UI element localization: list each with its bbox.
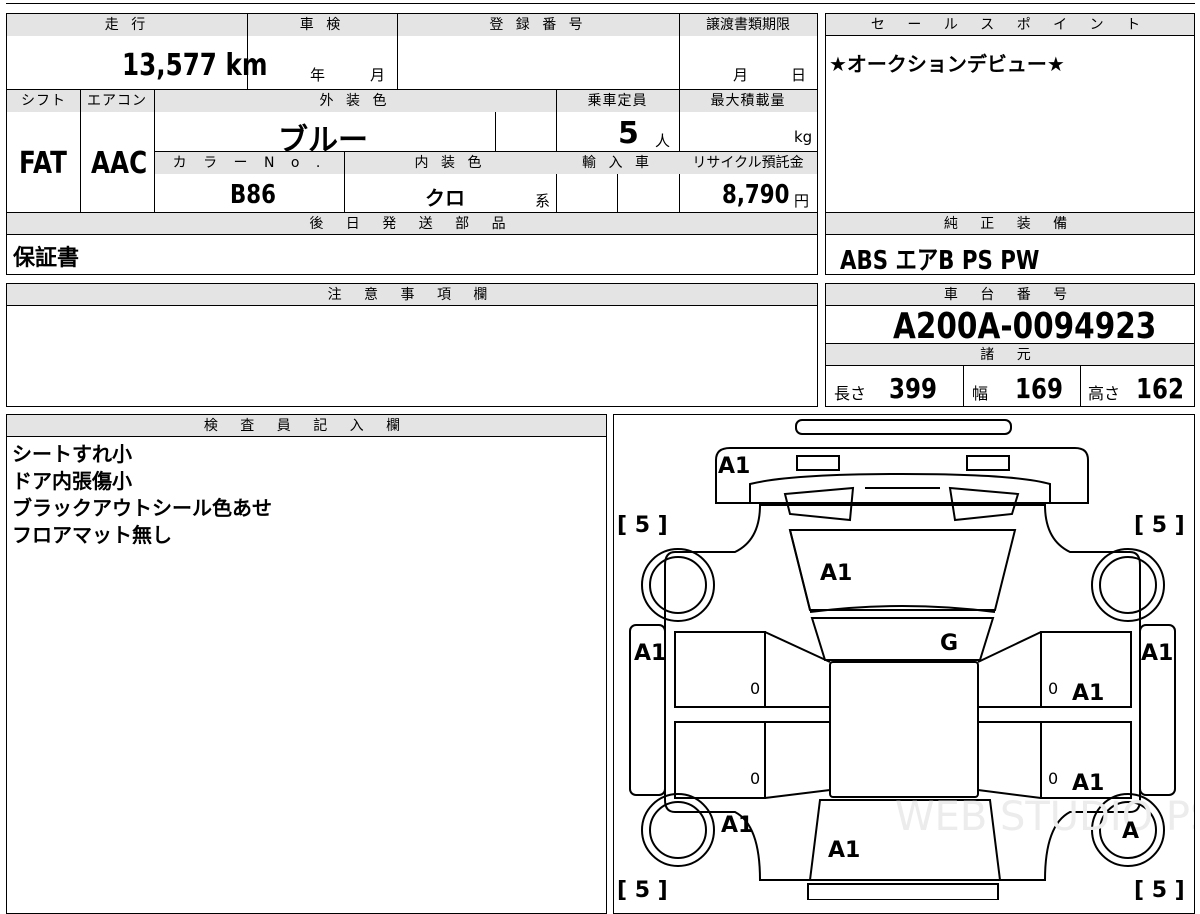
- deadline-month-unit: 月: [733, 66, 749, 84]
- mileage-label: 走 行: [7, 14, 247, 36]
- top-edge-frame: [6, 0, 1195, 4]
- cautions-header: 注 意 事 項 欄: [7, 284, 817, 306]
- inspector-note-1: シートすれ小: [12, 442, 132, 466]
- zero-left-rear: 0: [750, 679, 760, 698]
- yen-unit: 円: [794, 192, 810, 210]
- later-parts-value: 保証書: [13, 246, 80, 271]
- height-label: 高さ: [1088, 384, 1121, 403]
- length-value: 399: [889, 372, 937, 405]
- person-unit: 人: [655, 132, 671, 150]
- recycle-fee-label: リサイクル預託金: [679, 152, 817, 174]
- transfer-deadline-label: 譲渡書類期限: [679, 14, 817, 36]
- interior-color-value: クロ: [425, 186, 465, 210]
- mark-glass: G: [940, 631, 958, 656]
- std-equipment-value: ABS エアB PS PW: [840, 246, 1040, 276]
- length-label: 長さ: [834, 384, 867, 403]
- mileage-value: 13,577 km: [122, 48, 268, 83]
- color-no-value: B86: [230, 180, 276, 210]
- chassis-no-value: A200A-0094923: [893, 306, 1157, 347]
- import-label: 輸 入 車: [556, 152, 679, 174]
- mark-right-quarter: A1: [1141, 641, 1173, 666]
- mark-left-quarter: A1: [634, 641, 666, 666]
- inspector-note-4: フロアマット無し: [12, 523, 172, 547]
- shaken-year-unit: 年: [310, 66, 326, 84]
- reg-number-label: 登 録 番 号: [397, 14, 679, 36]
- tire-left-front: [ 5 ]: [617, 878, 668, 900]
- mark-left-fender: A1: [721, 813, 753, 838]
- width-value: 169: [1015, 372, 1063, 405]
- mark-right-front-wheel: A: [1122, 819, 1139, 844]
- color-no-label: カ ラ ー N o .: [155, 152, 344, 174]
- specs-header: 諸 元: [826, 344, 1194, 366]
- shift-value: FAT: [19, 146, 67, 181]
- aircon-label: エアコン: [80, 90, 154, 112]
- tire-right-rear: [ 5 ]: [1134, 513, 1185, 538]
- chassis-no-header: 車 台 番 号: [826, 284, 1194, 306]
- kg-unit: kg: [794, 128, 813, 146]
- tire-left-rear: [ 5 ]: [617, 513, 668, 538]
- recycle-fee-value: 8,790: [722, 180, 790, 210]
- shaken-month-unit: 月: [370, 66, 386, 84]
- zero-left-front: 0: [750, 769, 760, 788]
- capacity-label: 乗車定員: [556, 90, 679, 112]
- sales-point-value: ★オークションデビュー★: [829, 52, 1065, 76]
- mark-rear: A1: [718, 454, 750, 479]
- mark-right-rear-door: A1: [1072, 681, 1104, 706]
- inspector-notes-header: 検 査 員 記 入 欄: [7, 415, 606, 437]
- std-equipment-header: 純 正 装 備: [826, 213, 1194, 235]
- kei-unit: 系: [535, 192, 551, 210]
- diagram-watermark: WEB STUDIO PS: [895, 794, 1194, 840]
- inspector-note-3: ブラックアウトシール色あせ: [12, 496, 272, 520]
- inspector-note-2: ドア内張傷小: [12, 469, 132, 493]
- capacity-value: 5: [618, 116, 639, 151]
- height-value: 162: [1136, 372, 1184, 405]
- sales-point-header: セ ー ル ス ポ イ ン ト: [826, 14, 1194, 36]
- car-diagram: WEB STUDIO PS [ 5 ] [ 5 ] [ 5 ] [ 5 ] A1…: [617, 419, 1194, 900]
- zero-right-rear: 0: [1048, 679, 1058, 698]
- exterior-color-label: 外 装 色: [154, 90, 556, 112]
- mark-right-front-door: A1: [1072, 771, 1104, 796]
- deadline-day-unit: 日: [791, 66, 807, 84]
- mark-bonnet: A1: [828, 838, 860, 863]
- mark-roof: A1: [820, 561, 852, 586]
- tire-right-front: [ 5 ]: [1134, 878, 1185, 900]
- zero-right-front: 0: [1048, 769, 1058, 788]
- interior-color-label: 内 装 色: [344, 152, 556, 174]
- max-load-label: 最大積載量: [679, 90, 817, 112]
- later-parts-header: 後 日 発 送 部 品: [7, 213, 817, 235]
- shaken-label: 車 検: [247, 14, 397, 36]
- shift-label: シフト: [7, 90, 80, 112]
- width-label: 幅: [972, 384, 989, 403]
- aircon-value: AAC: [91, 146, 148, 181]
